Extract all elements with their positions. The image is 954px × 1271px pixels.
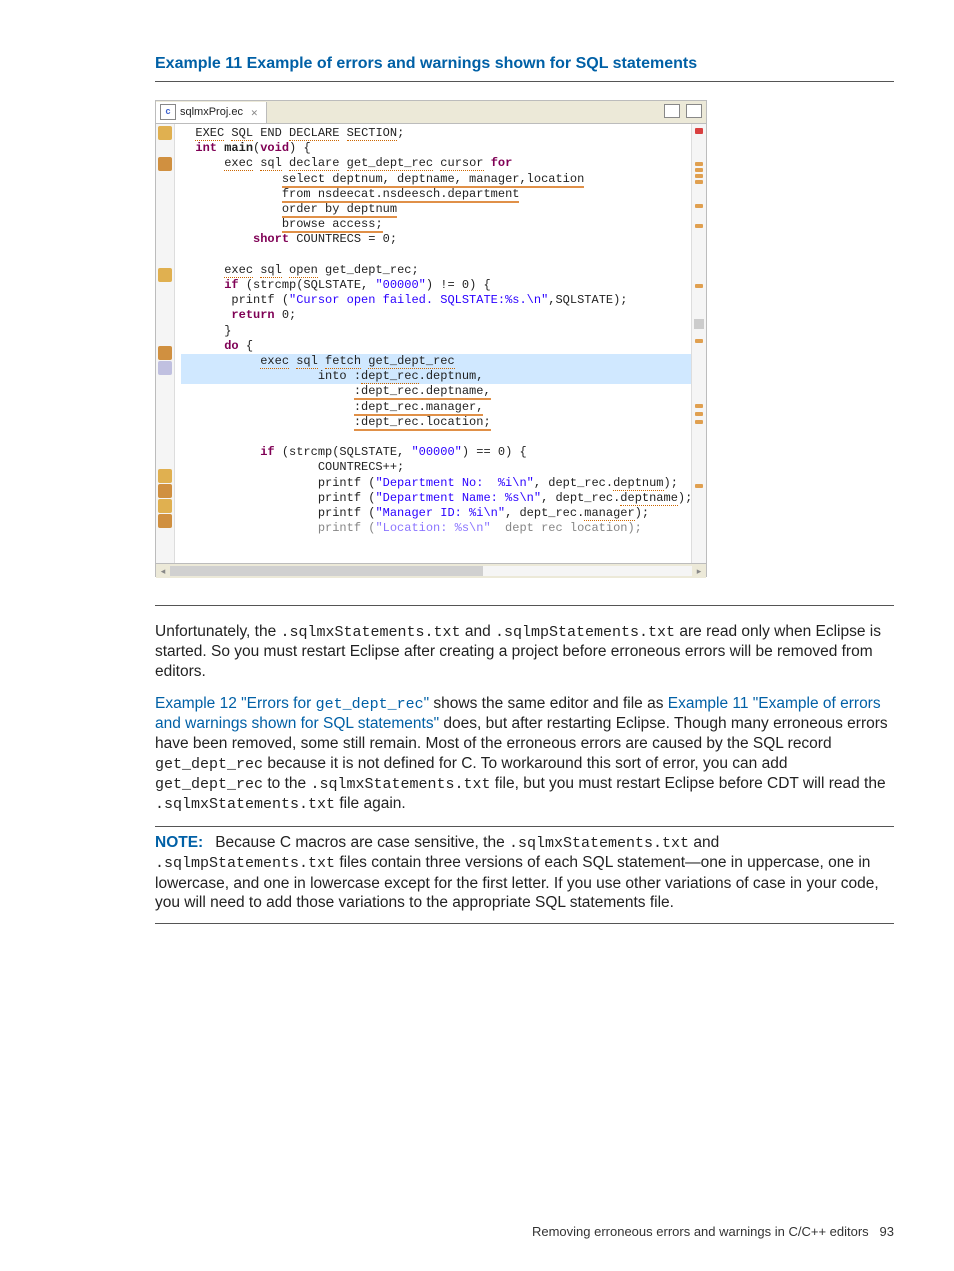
error-marker-icon[interactable] bbox=[158, 499, 172, 513]
scroll-right-icon[interactable]: ▸ bbox=[692, 566, 706, 577]
note-block: NOTE:Because C macros are case sensitive… bbox=[155, 826, 894, 924]
code-line: printf ("Manager ID: %i\n", dept_rec.man… bbox=[181, 506, 691, 521]
code-line: short COUNTRECS = 0; bbox=[181, 232, 691, 247]
page-footer: Removing erroneous errors and warnings i… bbox=[532, 1224, 894, 1239]
overview-warn-icon[interactable] bbox=[695, 162, 703, 166]
overview-warn-icon[interactable] bbox=[695, 412, 703, 416]
info-marker-icon[interactable] bbox=[158, 361, 172, 375]
overview-warn-icon[interactable] bbox=[695, 284, 703, 288]
body-paragraph: Example 12 "Errors for get_dept_rec" sho… bbox=[155, 694, 894, 814]
code-line: exec sql open get_dept_rec; bbox=[181, 263, 691, 278]
horizontal-scrollbar[interactable]: ◂ ▸ bbox=[156, 563, 706, 578]
code-line bbox=[181, 430, 691, 445]
code-line: exec sql fetch get_dept_rec bbox=[181, 354, 691, 369]
code-line: return 0; bbox=[181, 308, 691, 323]
code-line: from nsdeecat.nsdeesch.department bbox=[181, 187, 691, 202]
code-line: printf ("Cursor open failed. SQLSTATE:%s… bbox=[181, 293, 691, 308]
overview-error-icon[interactable] bbox=[695, 128, 703, 134]
divider bbox=[155, 81, 894, 82]
error-marker-icon[interactable] bbox=[158, 469, 172, 483]
note-label: NOTE: bbox=[155, 834, 203, 851]
overview-warn-icon[interactable] bbox=[695, 174, 703, 178]
code-line: :dept_rec.location; bbox=[181, 415, 691, 430]
scroll-thumb[interactable] bbox=[170, 566, 483, 576]
view-controls bbox=[664, 104, 702, 118]
code-line: if (strcmp(SQLSTATE, "00000") == 0) { bbox=[181, 445, 691, 460]
maximize-icon[interactable] bbox=[686, 104, 702, 118]
code-line: :dept_rec.deptname, bbox=[181, 384, 691, 399]
code-line bbox=[181, 248, 691, 263]
code-line: printf ("Department No: %i\n", dept_rec.… bbox=[181, 476, 691, 491]
editor-tab[interactable]: c sqlmxProj.ec ✕ bbox=[156, 102, 267, 123]
code-line: } bbox=[181, 324, 691, 339]
error-marker-icon[interactable] bbox=[158, 268, 172, 282]
code-line: order by deptnum bbox=[181, 202, 691, 217]
divider bbox=[155, 605, 894, 606]
overview-warn-icon[interactable] bbox=[695, 484, 703, 488]
code-line: do { bbox=[181, 339, 691, 354]
code-line: EXEC SQL END DECLARE SECTION; bbox=[181, 126, 691, 141]
overview-warn-icon[interactable] bbox=[695, 420, 703, 424]
close-icon[interactable]: ✕ bbox=[247, 106, 258, 119]
c-file-icon: c bbox=[160, 104, 176, 120]
code-line: into :dept_rec.deptnum, bbox=[181, 369, 691, 384]
overview-warn-icon[interactable] bbox=[695, 180, 703, 184]
cross-ref-link[interactable]: Example 12 "Errors for get_dept_rec" bbox=[155, 695, 429, 712]
code-line: int main(void) { bbox=[181, 141, 691, 156]
code-line: :dept_rec.manager, bbox=[181, 400, 691, 415]
tab-bar: c sqlmxProj.ec ✕ bbox=[156, 101, 706, 124]
overview-warn-icon[interactable] bbox=[695, 168, 703, 172]
body-paragraph: Unfortunately, the .sqlmxStatements.txt … bbox=[155, 622, 894, 682]
overview-warn-icon[interactable] bbox=[695, 404, 703, 408]
code-line: exec sql declare get_dept_rec cursor for bbox=[181, 156, 691, 171]
overview-warn-icon[interactable] bbox=[695, 204, 703, 208]
marker-gutter bbox=[156, 124, 175, 563]
overview-warn-icon[interactable] bbox=[695, 339, 703, 343]
eclipse-editor: c sqlmxProj.ec ✕ bbox=[155, 100, 707, 577]
code-line: printf ("Location: %s\n" dept rec locati… bbox=[181, 521, 691, 536]
overview-warn-icon[interactable] bbox=[695, 224, 703, 228]
scroll-thumb[interactable] bbox=[694, 319, 704, 329]
code-line: if (strcmp(SQLSTATE, "00000") != 0) { bbox=[181, 278, 691, 293]
editor-tab-label: sqlmxProj.ec bbox=[180, 106, 243, 118]
warning-marker-icon[interactable] bbox=[158, 514, 172, 528]
warning-marker-icon[interactable] bbox=[158, 484, 172, 498]
warning-marker-icon[interactable] bbox=[158, 346, 172, 360]
code-line: printf ("Department Name: %s\n", dept_re… bbox=[181, 491, 691, 506]
scroll-left-icon[interactable]: ◂ bbox=[156, 566, 170, 577]
page-number: 93 bbox=[880, 1224, 894, 1239]
code-line: COUNTRECS++; bbox=[181, 460, 691, 475]
code-line: browse access; bbox=[181, 217, 691, 232]
example-title: Example 11 Example of errors and warning… bbox=[155, 55, 894, 73]
overview-ruler[interactable] bbox=[691, 124, 706, 563]
code-area[interactable]: EXEC SQL END DECLARE SECTION; int main(v… bbox=[175, 124, 691, 563]
warning-marker-icon[interactable] bbox=[158, 157, 172, 171]
minimize-icon[interactable] bbox=[664, 104, 680, 118]
code-line: select deptnum, deptname, manager,locati… bbox=[181, 172, 691, 187]
error-marker-icon[interactable] bbox=[158, 126, 172, 140]
